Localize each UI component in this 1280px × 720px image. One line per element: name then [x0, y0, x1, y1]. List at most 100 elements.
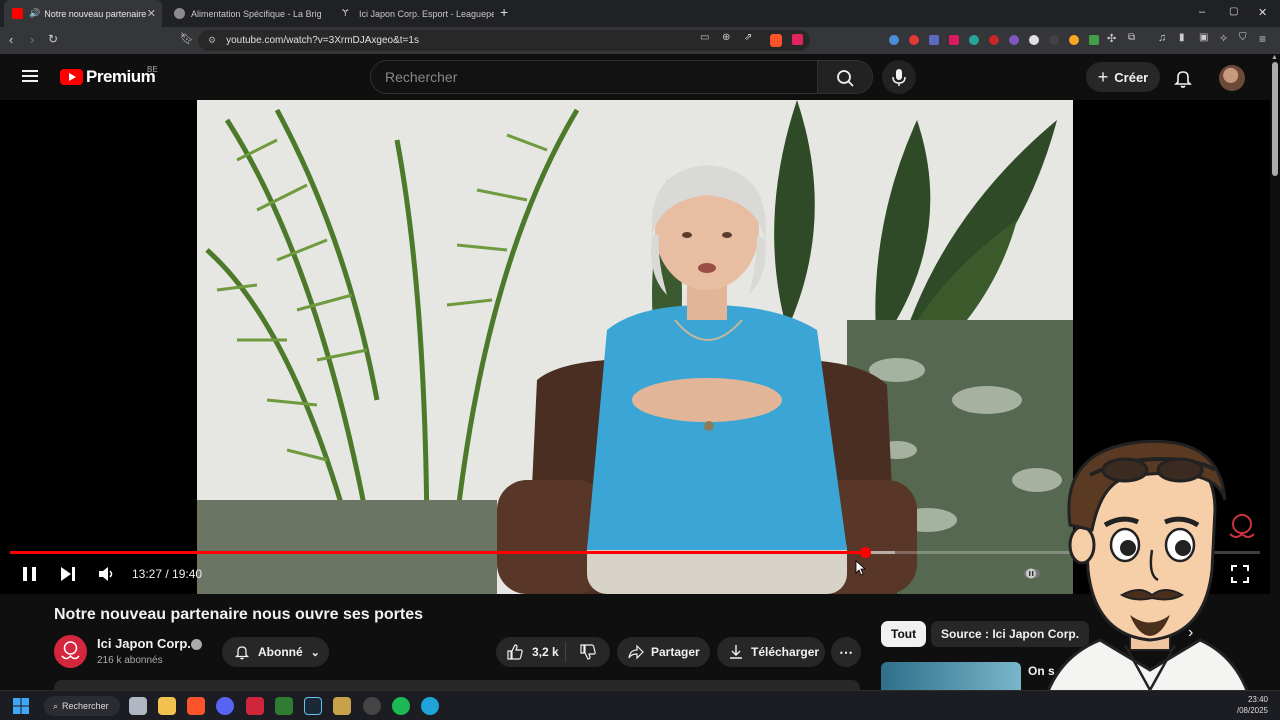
youtube-favicon-icon	[12, 8, 23, 19]
pause-icon	[23, 567, 27, 581]
maximize-window-button[interactable]: ▢	[1229, 6, 1238, 17]
channel-name[interactable]: Ici Japon Corp.	[97, 636, 191, 651]
related-video-thumbnail[interactable]	[881, 662, 1021, 690]
system-clock[interactable]: 23:40 /08/2025	[1237, 694, 1268, 716]
edge-icon[interactable]	[421, 697, 439, 715]
extension-icon[interactable]	[989, 35, 999, 45]
close-window-button[interactable]: ✕	[1258, 6, 1267, 19]
app-icon[interactable]	[333, 697, 351, 715]
brave-browser-icon[interactable]	[187, 697, 205, 715]
video-frame[interactable]	[197, 100, 1073, 594]
progress-played	[10, 551, 865, 554]
browser-tab-leaguepedia[interactable]: Ɏ Ici Japon Corp. Esport - Leaguepedia	[334, 0, 494, 27]
video-content-image	[197, 100, 1073, 594]
vpn-shield-icon[interactable]: ⛉	[1239, 32, 1247, 43]
extension-icon[interactable]	[1069, 35, 1079, 45]
description-box[interactable]	[54, 680, 860, 690]
extension-icon[interactable]	[1049, 35, 1059, 45]
share-button[interactable]: Partager	[617, 637, 710, 667]
like-button[interactable]: 3,2 k	[496, 642, 566, 662]
back-icon[interactable]: ‹	[9, 32, 13, 47]
cast-icon[interactable]: ▭	[700, 32, 709, 43]
channel-avatar[interactable]	[54, 635, 87, 668]
task-view-icon[interactable]	[129, 697, 147, 715]
media-control-icon[interactable]: ♫	[1158, 32, 1166, 44]
app-icon[interactable]	[275, 697, 293, 715]
close-tab-icon[interactable]: ✕	[147, 7, 156, 20]
address-bar[interactable]: ⚙ youtube.com/watch?v=3XrmDJAxgeo&t=1s	[198, 30, 810, 51]
browser-tab-youtube[interactable]: 🔊 Notre nouveau partenaire nous ouvre se…	[4, 0, 162, 27]
create-button[interactable]: + Créer	[1086, 62, 1160, 92]
dislike-button[interactable]	[566, 643, 610, 661]
leo-ai-icon[interactable]: ✧	[1219, 32, 1228, 45]
steam-icon[interactable]	[304, 697, 322, 715]
extension-icon[interactable]	[1029, 35, 1039, 45]
browser-menu-icon[interactable]: ≡	[1259, 32, 1266, 46]
new-tab-button[interactable]: +	[500, 4, 508, 20]
site-settings-icon[interactable]: ⚙	[208, 35, 216, 46]
notifications-button[interactable]	[1172, 67, 1194, 89]
search-icon	[837, 70, 854, 87]
subscribed-button[interactable]: Abonné ⌄	[222, 637, 329, 667]
voice-search-button[interactable]	[882, 60, 916, 94]
next-video-button[interactable]	[58, 564, 78, 584]
minimize-window-button[interactable]: –	[1199, 6, 1205, 18]
bell-icon	[234, 646, 250, 660]
search-input[interactable]: Rechercher	[370, 60, 818, 94]
create-label: Créer	[1114, 69, 1149, 85]
skip-next-icon	[61, 567, 71, 581]
browser-tab-brigade[interactable]: Alimentation Spécifique - La Brigade	[166, 0, 326, 27]
taskbar-search[interactable]: ⌕ Rechercher	[44, 696, 120, 716]
search-button[interactable]	[817, 60, 873, 94]
more-actions-button[interactable]: ⋯	[831, 637, 861, 667]
chip-all[interactable]: Tout	[881, 621, 927, 647]
extension-icon[interactable]	[909, 35, 919, 45]
extension-icon[interactable]	[929, 35, 939, 45]
discord-icon[interactable]	[216, 697, 234, 715]
tab-title: Ici Japon Corp. Esport - Leaguepedia	[359, 8, 494, 19]
taskbar-search-label: Rechercher	[62, 701, 109, 711]
clock-date: /08/2025	[1236, 706, 1268, 715]
browser-toolbar: ‹ › ↻ 🔖︎ ⚙ youtube.com/watch?v=3XrmDJAxg…	[0, 27, 1280, 54]
leaguepedia-favicon-icon: Ɏ	[342, 8, 349, 19]
youtube-logo-icon[interactable]	[60, 69, 83, 85]
spotify-icon[interactable]	[392, 697, 410, 715]
avatar[interactable]	[1219, 65, 1245, 91]
scrollbar-thumb[interactable]	[1272, 62, 1278, 176]
premium-logo-text[interactable]: Premium	[86, 67, 156, 87]
scroll-up-icon[interactable]: ▲	[1271, 54, 1278, 61]
volume-button[interactable]	[96, 564, 116, 584]
bell-icon	[1174, 71, 1192, 88]
app-icon[interactable]	[363, 697, 381, 715]
sidebar-icon[interactable]: ▮	[1179, 32, 1185, 43]
share-page-icon[interactable]: ⇗	[744, 32, 752, 43]
reload-icon[interactable]: ↻	[48, 32, 58, 46]
extension-icon[interactable]	[969, 35, 979, 45]
like-dislike-group: 3,2 k	[496, 637, 610, 667]
windows-start-icon[interactable]	[13, 698, 29, 714]
download-button[interactable]: Télécharger	[717, 637, 825, 667]
extensions-puzzle-icon[interactable]: ✣	[1107, 32, 1116, 45]
region-code: BE	[147, 65, 158, 74]
url-text: youtube.com/watch?v=3XrmDJAxgeo&t=1s	[226, 35, 419, 46]
tab-title: Alimentation Spécifique - La Brigade	[191, 8, 321, 19]
brave-rewards-icon[interactable]	[792, 34, 803, 45]
guide-menu-icon[interactable]	[22, 70, 38, 82]
cartoon-streamer-overlay	[1038, 439, 1257, 720]
zoom-icon[interactable]: ⊕	[722, 32, 730, 43]
bookmark-icon[interactable]: 🔖︎	[180, 32, 194, 45]
brave-shields-icon[interactable]	[770, 34, 782, 47]
app-icon[interactable]	[246, 697, 264, 715]
progress-scrubber[interactable]	[860, 547, 871, 558]
screenshot-icon[interactable]: ⧉	[1128, 32, 1135, 43]
file-explorer-icon[interactable]	[158, 697, 176, 715]
forward-icon[interactable]: ›	[30, 32, 34, 47]
extension-icon[interactable]	[949, 35, 959, 45]
extension-icon[interactable]	[1009, 35, 1019, 45]
extension-icon[interactable]	[1089, 35, 1099, 45]
page-scrollbar[interactable]: ▲	[1270, 54, 1280, 680]
pause-button[interactable]	[20, 564, 40, 584]
wallet-icon[interactable]: ▣	[1199, 32, 1208, 43]
extension-icon[interactable]	[889, 35, 899, 45]
download-icon	[730, 645, 742, 659]
